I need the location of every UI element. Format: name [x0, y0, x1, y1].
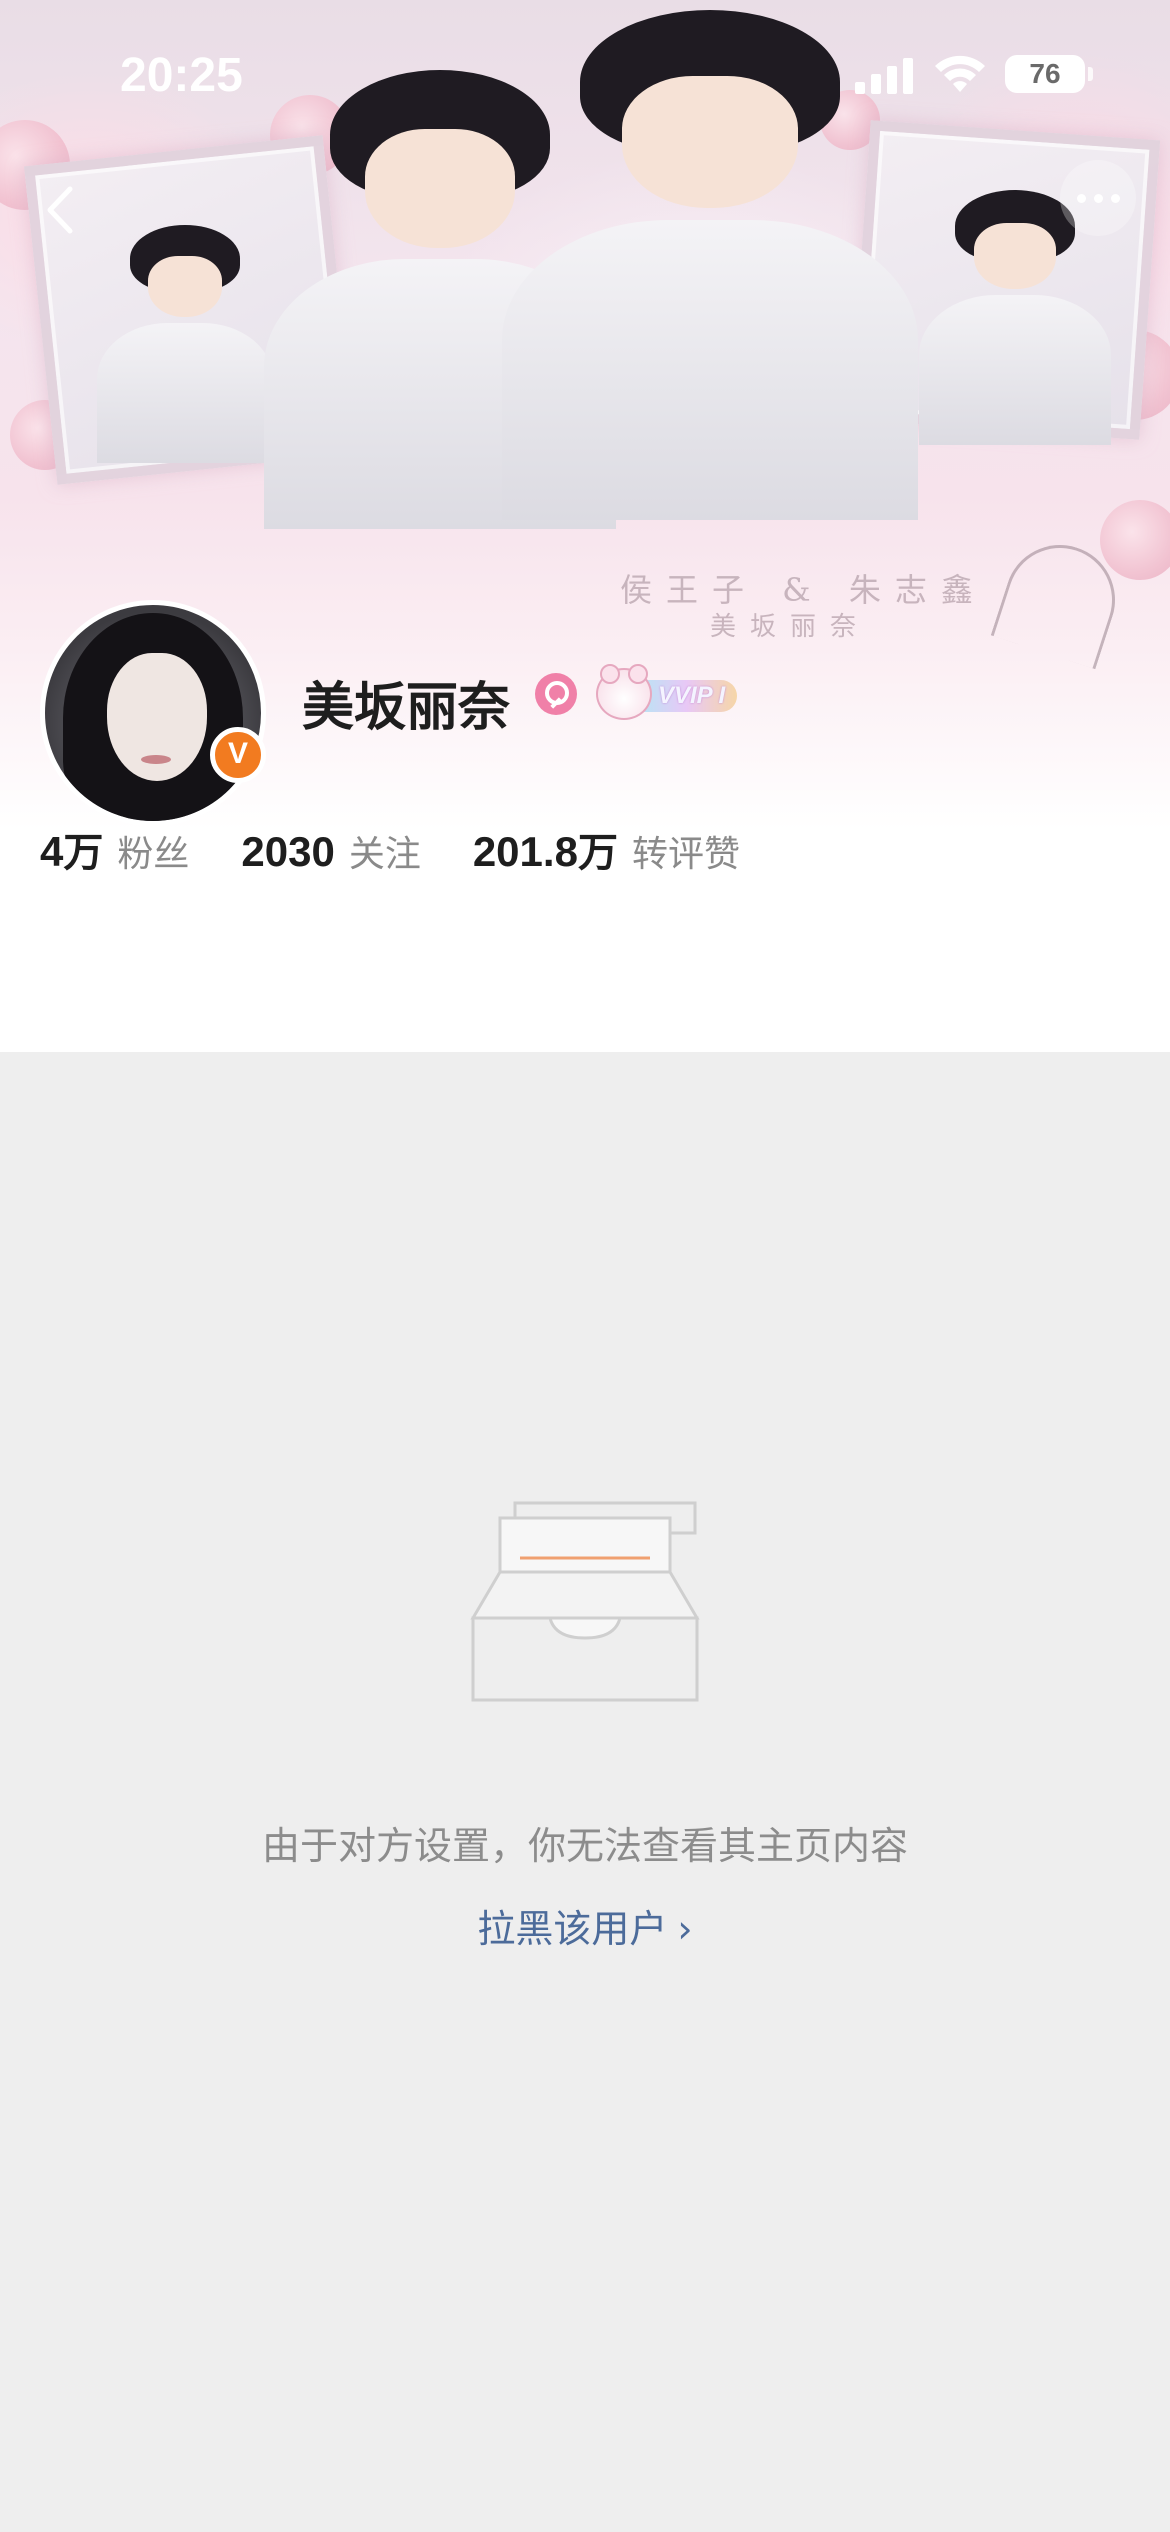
wifi-icon: [935, 55, 985, 92]
stat-unit: 万: [63, 830, 104, 876]
chevron-left-icon[interactable]: [28, 175, 98, 245]
profile-stats: 4 万 粉丝 2030 关注 201.8 万 转评赞: [40, 820, 792, 880]
interactions-stat[interactable]: 201.8 万 转评赞: [473, 820, 740, 878]
profile-header: 侯王子 & 朱志鑫 美坂丽奈 20:25 76 V 美坂丽奈 VVIP I 4: [0, 0, 1170, 1052]
username: 美坂丽奈: [302, 678, 511, 738]
stat-value: 4: [40, 828, 64, 875]
rose-decoration: [1100, 500, 1170, 580]
signal-icon: [855, 58, 913, 94]
banner-watermark: 侯王子 & 朱志鑫: [620, 571, 987, 609]
stat-value: 201.8: [472, 828, 578, 875]
female-gender-icon: [535, 673, 577, 715]
banner-figure: [502, 10, 918, 520]
verified-badge: V: [210, 727, 266, 783]
block-user-link[interactable]: 拉黑该用户 ›: [0, 1898, 1170, 1953]
banner-figure: [97, 225, 273, 463]
banner-watermark-sub: 美坂丽奈: [710, 612, 871, 642]
battery-icon: 76: [1005, 55, 1093, 93]
stat-unit: 万: [577, 830, 618, 876]
block-user-label: 拉黑该用户: [477, 1907, 668, 1951]
stat-value: 2030: [241, 828, 335, 875]
followers-stat[interactable]: 4 万 粉丝: [40, 820, 189, 878]
more-horizontal-icon[interactable]: [1060, 160, 1136, 236]
empty-inbox-icon: [470, 1501, 700, 1702]
stat-label: 关注: [348, 834, 421, 875]
avatar[interactable]: [40, 600, 266, 826]
restricted-message: 由于对方设置，你无法查看其主页内容: [261, 1824, 908, 1868]
stat-label: 粉丝: [117, 834, 190, 875]
stat-label: 转评赞: [631, 834, 740, 875]
vip-badge[interactable]: VVIP I: [596, 664, 756, 722]
status-time: 20:25: [120, 49, 243, 102]
banner-figure: [919, 190, 1111, 445]
chevron-right-icon: ›: [677, 1907, 693, 1951]
bear-icon: [596, 664, 652, 720]
following-stat[interactable]: 2030 关注: [241, 825, 420, 877]
